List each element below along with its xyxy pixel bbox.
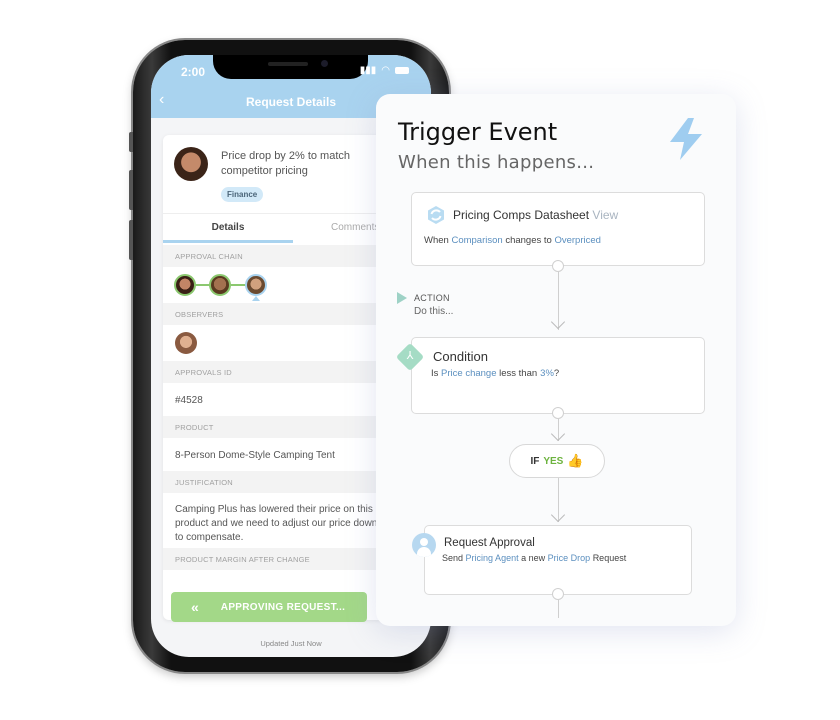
source-heading: Pricing Comps Datasheet View — [453, 208, 618, 222]
text-fragment: less than — [499, 368, 538, 379]
request-title: Price drop by 2% to match competitor pri… — [221, 150, 351, 177]
lightning-bolt-icon — [670, 118, 702, 160]
observer-avatar[interactable] — [175, 332, 197, 354]
value-link[interactable]: 3% — [540, 368, 554, 379]
mute-switch — [129, 132, 133, 152]
status-time: 2:00 — [181, 65, 206, 79]
arrow-down-icon — [550, 314, 566, 330]
condition-title: Condition — [433, 349, 488, 364]
text-fragment: Send — [442, 553, 464, 563]
field-link[interactable]: Price change — [441, 368, 496, 379]
connector-node — [552, 260, 564, 272]
notch — [213, 55, 368, 79]
trigger-event-panel: Trigger Event When this happens... Prici… — [376, 94, 736, 626]
request-approval-title: Request Approval — [444, 537, 535, 549]
text-fragment: changes to — [505, 235, 552, 246]
source-condition-text: When Comparison changes to Overpriced — [424, 235, 601, 246]
source-name: Pricing Comps Datasheet — [453, 208, 590, 222]
text-fragment: ? — [553, 368, 560, 379]
active-tab-indicator — [163, 240, 293, 243]
agent-link[interactable]: Pricing Agent — [466, 553, 519, 563]
if-label: IF — [530, 455, 540, 467]
battery-icon — [395, 67, 409, 74]
approver-avatar[interactable] — [209, 274, 231, 296]
status-icons: ▮▮▮ ◠ — [360, 65, 409, 76]
tab-comments[interactable]: Comments — [331, 222, 379, 233]
double-chevron-left-icon: « — [191, 599, 199, 615]
signal-icon: ▮▮▮ — [359, 65, 377, 76]
text-fragment: Is — [431, 368, 439, 379]
approve-button-label: APPROVING REQUEST... — [220, 601, 346, 613]
text-fragment: Request — [592, 553, 627, 563]
arrow-down-icon — [550, 507, 566, 523]
approvals-id-value: #4528 — [175, 395, 203, 406]
volume-up-button — [129, 170, 133, 210]
action-label: ACTION — [414, 293, 450, 303]
thumbs-up-icon: 👍 — [567, 453, 584, 468]
arrow-down-icon — [550, 426, 566, 442]
text-fragment: When — [424, 235, 449, 246]
requester-avatar — [174, 147, 208, 181]
updated-status: Updated Just Now — [260, 639, 322, 648]
field-link[interactable]: Comparison — [451, 235, 502, 246]
current-approver-marker — [252, 296, 260, 301]
panel-subtitle: When this happens... — [398, 152, 595, 173]
panel-title: Trigger Event — [398, 118, 558, 146]
view-link[interactable]: View — [592, 208, 618, 222]
play-triangle-icon — [397, 292, 407, 304]
connector-node — [552, 588, 564, 600]
category-badge: Finance — [221, 187, 264, 202]
approve-button[interactable]: « APPROVING REQUEST... — [171, 592, 367, 622]
connector-node — [552, 407, 564, 419]
volume-down-button — [129, 220, 133, 260]
connector-line — [558, 600, 559, 618]
person-icon — [412, 533, 436, 557]
sync-icon — [428, 206, 444, 224]
trigger-source-box[interactable]: Pricing Comps Datasheet View When Compar… — [411, 192, 705, 266]
condition-text: Is Price change less than 3%? — [431, 368, 559, 379]
approver-avatar-current[interactable] — [245, 274, 267, 296]
camera — [321, 60, 328, 67]
action-sublabel: Do this... — [414, 306, 454, 317]
if-yes-branch[interactable]: IF YES 👍 — [509, 444, 605, 478]
text-fragment: a new — [521, 553, 546, 563]
person-head — [420, 538, 428, 546]
wifi-icon: ◠ — [381, 65, 390, 76]
value-link[interactable]: Overpriced — [554, 235, 600, 246]
speaker — [268, 62, 308, 66]
branch-icon: ⅄ — [406, 350, 414, 362]
justification-value: Camping Plus has lowered their price on … — [175, 504, 378, 543]
request-approval-text: Send Pricing Agent a new Price Drop Requ… — [442, 553, 626, 563]
tab-details[interactable]: Details — [163, 222, 293, 233]
approver-avatar[interactable] — [174, 274, 196, 296]
request-approval-box[interactable]: Request Approval Send Pricing Agent a ne… — [424, 525, 692, 595]
request-type-link[interactable]: Price Drop — [548, 553, 591, 563]
yes-label: YES — [543, 455, 564, 467]
condition-box[interactable]: Condition Is Price change less than 3%? — [411, 337, 705, 414]
person-body — [417, 547, 431, 557]
